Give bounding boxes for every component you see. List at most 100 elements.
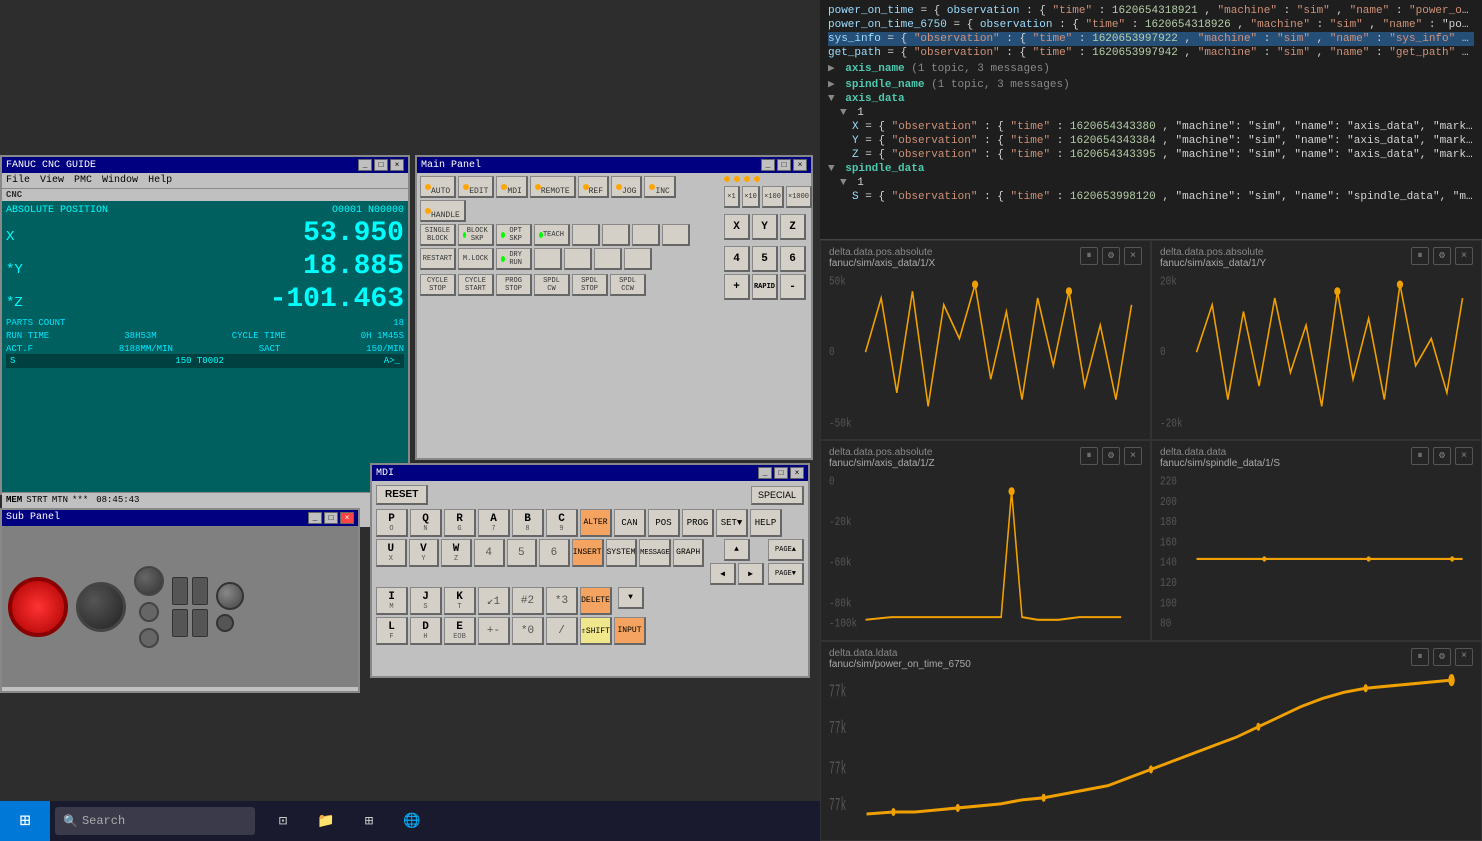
key-c-9[interactable]: C9 <box>546 509 578 537</box>
key-q-n[interactable]: QN <box>410 509 442 537</box>
chart-spindle-settings[interactable]: ⚙ <box>1433 447 1451 465</box>
key-x1[interactable]: ×1 <box>724 186 740 208</box>
key-spdl-stop[interactable]: SPDL STOP <box>572 274 608 296</box>
taskbar-icon-4[interactable]: 🌐 <box>392 801 432 841</box>
start-button[interactable]: ⊞ <box>0 801 50 841</box>
toggle-1[interactable] <box>172 577 188 605</box>
key-block-skip[interactable]: BLOCK SKP <box>458 224 494 246</box>
key-j-s[interactable]: JS <box>410 587 442 615</box>
key-set[interactable]: SET▼ <box>716 509 748 537</box>
sub-panel-minimize[interactable]: _ <box>308 512 322 524</box>
small-btn-3[interactable] <box>216 614 234 632</box>
key-teach[interactable]: TEACH <box>534 224 570 246</box>
menu-view[interactable]: View <box>40 175 64 186</box>
key-w-z[interactable]: WZ <box>441 539 472 567</box>
key-can[interactable]: CAN <box>614 509 646 537</box>
key-a-7[interactable]: A7 <box>478 509 510 537</box>
key-b-8[interactable]: B8 <box>512 509 544 537</box>
key-ref[interactable]: REF <box>578 176 609 198</box>
key-inc[interactable]: INC <box>644 176 675 198</box>
small-knob[interactable] <box>134 566 164 596</box>
taskbar-icon-2[interactable]: 📁 <box>306 801 346 841</box>
sub-panel-restore[interactable]: □ <box>324 512 338 524</box>
key-arrow-down[interactable]: ▼ <box>618 587 644 609</box>
key-star0[interactable]: *0 <box>512 617 544 645</box>
tree-line-spindle-name[interactable]: ▶ spindle_name (1 topic, 3 messages) <box>828 76 1474 92</box>
key-k-t[interactable]: KT <box>444 587 476 615</box>
tree-line-spindle-data-1[interactable]: ▼ 1 <box>828 176 1474 190</box>
key-auto[interactable]: AUTO <box>420 176 456 198</box>
key-jog[interactable]: JOG <box>611 176 642 198</box>
toggle-2[interactable] <box>192 577 208 605</box>
fanuc-close[interactable]: × <box>390 159 404 171</box>
key-spdl-ccw[interactable]: SPDL CCW <box>610 274 646 296</box>
key-edit[interactable]: EDIT <box>458 176 494 198</box>
key-p-o[interactable]: PO <box>376 509 408 537</box>
key-arrow-up[interactable]: ▲ <box>724 539 750 561</box>
key-arrow-left[interactable]: ◀ <box>710 563 736 585</box>
key-i-m[interactable]: IM <box>376 587 408 615</box>
key-plus-minus[interactable]: +- <box>478 617 510 645</box>
taskbar-search[interactable]: 🔍 Search <box>55 807 255 835</box>
key-slash1[interactable]: ↙1 <box>478 587 510 615</box>
key-help[interactable]: HELP <box>750 509 782 537</box>
mdi-reset-btn[interactable]: RESET <box>376 485 428 505</box>
key-graph[interactable]: GRAPH <box>673 539 704 567</box>
key-mlock[interactable]: M.LOCK <box>458 248 494 270</box>
key-6[interactable]: 6 <box>539 539 570 567</box>
key-star3[interactable]: *3 <box>546 587 578 615</box>
btn-x[interactable]: X <box>724 214 750 240</box>
chart-x-pause[interactable]: ⏸ <box>1080 247 1098 265</box>
key-cycle-start[interactable]: CYCLE START <box>458 274 494 296</box>
mdi-maximize[interactable]: □ <box>774 467 788 479</box>
tree-line-axis-data[interactable]: ▼ axis_data <box>828 92 1474 106</box>
mdi-minimize[interactable]: _ <box>758 467 772 479</box>
chart-y-close[interactable]: × <box>1455 247 1473 265</box>
btn-4[interactable]: 4 <box>724 246 750 272</box>
estop-button[interactable] <box>8 577 68 637</box>
key-u-x[interactable]: UX <box>376 539 407 567</box>
toggle-3[interactable] <box>172 609 188 637</box>
key-handle[interactable]: HANDLE <box>420 200 466 222</box>
chart-spindle-pause[interactable]: ⏸ <box>1411 447 1429 465</box>
btn-y[interactable]: Y <box>752 214 778 240</box>
chart-y-pause[interactable]: ⏸ <box>1411 247 1429 265</box>
chart-z-settings[interactable]: ⚙ <box>1102 447 1120 465</box>
mdi-special-btn[interactable]: SPECIAL <box>751 486 804 505</box>
key-message[interactable]: MESSAGE <box>639 539 671 567</box>
chart-spindle-close[interactable]: × <box>1455 447 1473 465</box>
menu-file[interactable]: File <box>6 175 30 186</box>
mdi-close[interactable]: × <box>790 467 804 479</box>
tree-line-2-highlighted[interactable]: sys_info = { "observation" : { "time" : … <box>828 32 1474 46</box>
key-insert[interactable]: INSERT <box>572 539 604 567</box>
key-hash2[interactable]: #2 <box>512 587 544 615</box>
main-panel-maximize[interactable]: □ <box>777 159 791 171</box>
fanuc-minimize[interactable]: _ <box>358 159 372 171</box>
key-dry-run[interactable]: DRY RUN <box>496 248 532 270</box>
key-mdi[interactable]: MDI <box>496 176 527 198</box>
key-prog[interactable]: PROG <box>682 509 714 537</box>
btn-plus[interactable]: + <box>724 274 750 300</box>
round-btn-1[interactable] <box>139 602 159 622</box>
key-x100[interactable]: ×100 <box>762 186 784 208</box>
key-d-h[interactable]: DH <box>410 617 442 645</box>
btn-minus[interactable]: - <box>780 274 806 300</box>
key-delete[interactable]: DELETE <box>580 587 612 615</box>
tree-line-axis-name[interactable]: ▶ axis_name (1 topic, 3 messages) <box>828 60 1474 76</box>
chart-z-close[interactable]: × <box>1124 447 1142 465</box>
menu-pmc[interactable]: PMC <box>74 175 92 186</box>
key-cycle-stop[interactable]: CYCLE STOP <box>420 274 456 296</box>
chart-power-pause[interactable]: ⏸ <box>1411 648 1429 666</box>
key-x1000[interactable]: ×1000 <box>786 186 812 208</box>
main-knob[interactable] <box>76 582 126 632</box>
btn-z[interactable]: Z <box>780 214 806 240</box>
menu-window[interactable]: Window <box>102 175 138 186</box>
menu-help[interactable]: Help <box>148 175 172 186</box>
key-4[interactable]: 4 <box>474 539 505 567</box>
key-x10[interactable]: ×10 <box>742 186 760 208</box>
key-v-y[interactable]: VY <box>409 539 440 567</box>
key-page-up[interactable]: PAGE▲ <box>768 539 804 561</box>
chart-x-close[interactable]: × <box>1124 247 1142 265</box>
key-system[interactable]: SYSTEM <box>606 539 638 567</box>
chart-z-pause[interactable]: ⏸ <box>1080 447 1098 465</box>
